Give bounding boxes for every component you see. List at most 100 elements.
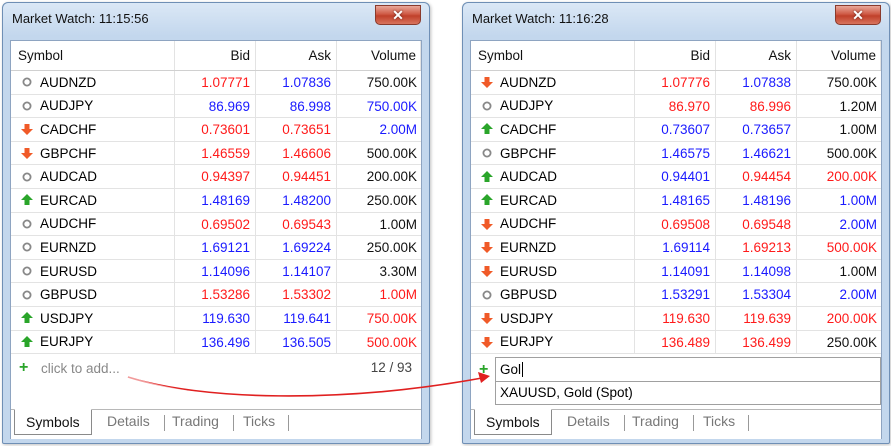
table-row[interactable]: USDJPY 119.630 119.641 750.00K xyxy=(11,306,421,331)
table-row[interactable]: EURCAD 1.48165 1.48196 1.00M xyxy=(471,188,881,213)
bid-price: 0.73601 xyxy=(175,118,256,141)
column-header-bid[interactable]: Bid xyxy=(635,41,716,70)
symbol-cell[interactable]: EURJPY xyxy=(471,330,635,354)
symbol-cell[interactable]: GBPCHF xyxy=(11,141,175,165)
symbol-name: AUDCHF xyxy=(40,216,97,232)
tab-symbols[interactable]: Symbols xyxy=(474,409,552,435)
symbol-cell[interactable]: AUDCAD xyxy=(11,165,175,188)
tab-trading[interactable]: Trading xyxy=(632,413,679,429)
table-row[interactable]: EURJPY 136.489 136.499 250.00K xyxy=(471,330,881,355)
table-row[interactable]: AUDNZD 1.07776 1.07838 750.00K xyxy=(471,71,881,95)
volume-value: 1.00M xyxy=(839,192,877,208)
symbol-cell[interactable]: AUDJPY xyxy=(471,94,635,118)
symbol-cell[interactable]: EURNZD xyxy=(11,236,175,259)
symbol-cell[interactable]: USDJPY xyxy=(11,306,175,330)
tab-ticks[interactable]: Ticks xyxy=(243,413,275,429)
column-header-symbol[interactable]: Symbol xyxy=(11,41,175,70)
ask-price: 136.499 xyxy=(716,330,797,354)
tab-details[interactable]: Details xyxy=(567,413,610,429)
neutral-circle-icon xyxy=(19,240,34,255)
symbol-cell[interactable]: AUDCHF xyxy=(11,212,175,236)
table-row[interactable]: EURCAD 1.48169 1.48200 250.00K xyxy=(11,188,421,213)
bid-price: 136.489 xyxy=(635,330,716,354)
table-row[interactable]: CADCHF 0.73601 0.73651 2.00M xyxy=(11,118,421,142)
table-row[interactable]: EURNZD 1.69114 1.69213 500.00K xyxy=(471,236,881,260)
tab-details[interactable]: Details xyxy=(107,413,150,429)
close-button[interactable]: ✕ xyxy=(375,5,421,25)
down-arrow-icon xyxy=(479,264,494,279)
symbol-cell[interactable]: CADCHF xyxy=(11,118,175,141)
quotes-table: Symbol Bid Ask Volume AUDNZD 1.07771 1.078… xyxy=(11,41,421,355)
down-arrow-icon xyxy=(19,122,34,137)
symbol-cell[interactable]: EURUSD xyxy=(471,259,635,283)
column-header-volume[interactable]: Volume xyxy=(797,41,881,70)
column-header-bid[interactable]: Bid xyxy=(175,41,256,70)
table-row[interactable]: AUDJPY 86.970 86.996 1.20M xyxy=(471,94,881,119)
symbol-cell[interactable]: EURCAD xyxy=(11,188,175,212)
column-header-ask[interactable]: Ask xyxy=(256,41,337,70)
click-to-add-label[interactable]: click to add... xyxy=(41,361,120,376)
ask-price: 119.641 xyxy=(256,306,337,330)
table-row[interactable]: USDJPY 119.630 119.639 200.00K xyxy=(471,306,881,331)
search-input-value: Gol xyxy=(500,362,522,377)
column-header-symbol[interactable]: Symbol xyxy=(471,41,635,70)
symbol-cell[interactable]: USDJPY xyxy=(471,306,635,330)
table-row[interactable]: AUDCHF 0.69502 0.69543 1.00M xyxy=(11,212,421,237)
autocomplete-suggestion[interactable]: XAUUSD, Gold (Spot) xyxy=(495,382,881,405)
column-header-volume[interactable]: Volume xyxy=(337,41,421,70)
symbol-cell[interactable]: AUDNZD xyxy=(11,71,175,94)
title-bar[interactable]: Market Watch: 11:16:28 ✕ xyxy=(463,3,889,36)
tab-symbols[interactable]: Symbols xyxy=(14,409,92,435)
tab-ticks[interactable]: Ticks xyxy=(703,413,735,429)
symbol-search-input[interactable]: Gol xyxy=(495,357,881,382)
symbol-cell[interactable]: EURNZD xyxy=(471,236,635,259)
volume-value: 1.00M xyxy=(839,122,877,138)
bid-price: 1.69114 xyxy=(635,236,716,259)
table-row[interactable]: GBPCHF 1.46559 1.46606 500.00K xyxy=(11,141,421,166)
table-row[interactable]: AUDCAD 0.94401 0.94454 200.00K xyxy=(471,165,881,189)
table-row[interactable]: AUDJPY 86.969 86.998 750.00K xyxy=(11,94,421,119)
symbol-cell[interactable]: AUDCAD xyxy=(471,165,635,188)
bid-price: 119.630 xyxy=(175,306,256,330)
symbol-cell[interactable]: GBPUSD xyxy=(471,283,635,306)
ask-price: 0.73657 xyxy=(716,118,797,141)
quotes-table: Symbol Bid Ask Volume AUDNZD 1.07776 1.078… xyxy=(471,41,881,355)
symbol-name: AUDCHF xyxy=(500,216,557,232)
title-bar[interactable]: Market Watch: 11:15:56 ✕ xyxy=(3,3,429,36)
symbol-cell[interactable]: EURCAD xyxy=(471,188,635,212)
table-row[interactable]: EURNZD 1.69121 1.69224 250.00K xyxy=(11,236,421,260)
click-to-add-row[interactable]: + click to add... 12 / 93 xyxy=(11,355,421,381)
table-row[interactable]: CADCHF 0.73607 0.73657 1.00M xyxy=(471,118,881,142)
symbol-cell[interactable]: AUDNZD xyxy=(471,71,635,94)
symbol-cell[interactable]: EURUSD xyxy=(11,259,175,283)
symbol-cell[interactable]: GBPCHF xyxy=(471,141,635,165)
tab-trading[interactable]: Trading xyxy=(172,413,219,429)
ask-price: 1.46621 xyxy=(716,141,797,165)
volume-value: 200.00K xyxy=(366,169,417,185)
table-row[interactable]: AUDCHF 0.69508 0.69548 2.00M xyxy=(471,212,881,237)
bid-price: 0.73607 xyxy=(635,118,716,141)
table-row[interactable]: EURJPY 136.496 136.505 500.00K xyxy=(11,330,421,355)
close-button[interactable]: ✕ xyxy=(835,5,881,25)
symbol-cell[interactable]: GBPUSD xyxy=(11,283,175,306)
symbol-cell[interactable]: AUDJPY xyxy=(11,94,175,118)
symbol-name: CADCHF xyxy=(40,121,97,137)
table-row[interactable]: GBPUSD 1.53286 1.53302 1.00M xyxy=(11,283,421,307)
table-row[interactable]: AUDNZD 1.07771 1.07836 750.00K xyxy=(11,71,421,95)
table-body: AUDNZD 1.07776 1.07838 750.00K AUDJPY 86.970 8… xyxy=(471,71,881,355)
symbol-cell[interactable]: EURJPY xyxy=(11,330,175,354)
bid-price: 136.496 xyxy=(175,330,256,354)
table-row[interactable]: GBPUSD 1.53291 1.53304 2.00M xyxy=(471,283,881,307)
table-row[interactable]: EURUSD 1.14096 1.14107 3.30M xyxy=(11,259,421,284)
table-row[interactable]: EURUSD 1.14091 1.14098 1.00M xyxy=(471,259,881,284)
bid-price: 1.07771 xyxy=(175,71,256,94)
table-row[interactable]: AUDCAD 0.94397 0.94451 200.00K xyxy=(11,165,421,189)
table-row[interactable]: GBPCHF 1.46575 1.46621 500.00K xyxy=(471,141,881,166)
column-header-ask[interactable]: Ask xyxy=(716,41,797,70)
symbol-name: EURUSD xyxy=(40,263,98,279)
symbol-name: CADCHF xyxy=(500,121,557,137)
symbol-cell[interactable]: CADCHF xyxy=(471,118,635,141)
ask-price: 86.998 xyxy=(256,94,337,118)
bid-price: 1.46559 xyxy=(175,141,256,165)
symbol-cell[interactable]: AUDCHF xyxy=(471,212,635,236)
